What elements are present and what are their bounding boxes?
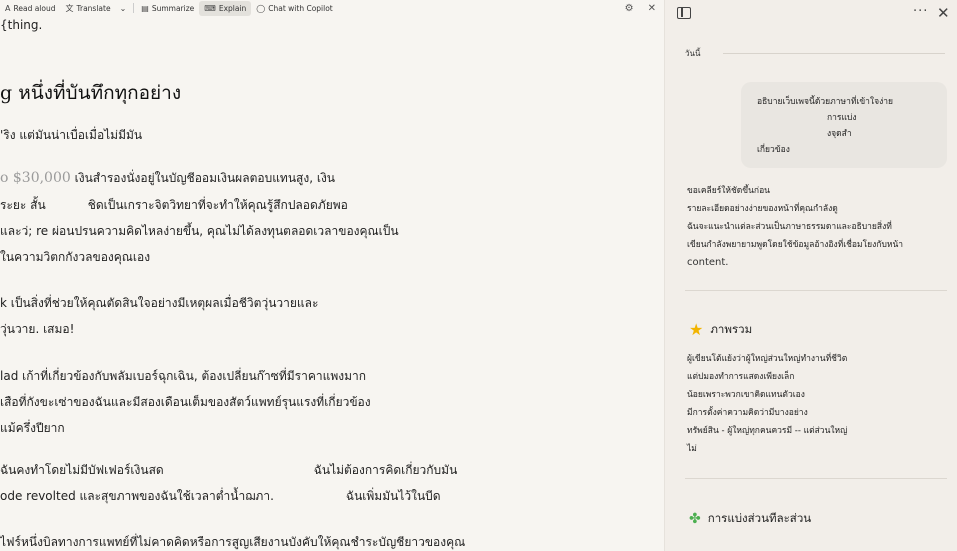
article-text: ฉันคงทำโดยไม่มีบัฟเฟอร์เงินสด ฉันไม่ต้องก… [0,461,457,480]
reply-line: รายละเอียดอย่างง่ายของหน้าที่คุณกำลังดู [687,204,838,214]
reply-line: ฉันจะแนะนำแต่ละส่วนเป็นภาษาธรรมดาและอธิบ… [687,222,892,232]
article-text: {thing. [0,18,43,32]
article-text: lad เก้าที่เกี่ยวข้องกับพลัมเบอร์ฉุกเฉิน… [0,369,367,383]
overview-line: น้อยเพราะพวกเขาคิดแทนตัวเอง [687,390,805,400]
panel-close-icon[interactable]: ✕ [937,4,950,22]
panel-header: ··· ✕ [665,0,957,30]
article-text: และว่; re ผ่อนปรนความคิดไหลง่ายขึ้น, คุณ… [0,224,399,238]
reply-line: เขียนกำลังพยายามพูดโดยใช้ข้อมูลอ้างอิงที… [687,240,904,250]
read-aloud-label: Read aloud [13,3,56,13]
section-divider [685,290,947,291]
article-text-span: ฉันเพิ่มมันไว้ในบีด [345,489,441,503]
close-icon[interactable]: ✕ [648,3,656,14]
puzzle-piece-icon: ✤ [689,511,701,527]
overview-text: ผู้เขียนโต้แย้งว่าผู้ใหญ่ส่วนใหญ่ทำงานที… [687,350,942,458]
article-text: เสือที่กังขะเซ่าของฉันและมีสองเดือนเต็มข… [0,395,371,409]
chevron-down-icon: ⌄ [119,3,127,13]
article-text-span: เงินสำรองนั่งอยู่ในบัญชีออมเงินผลตอบแทนส… [74,171,336,185]
toolbar-divider [133,3,135,13]
overview-section-title: ★ ภาพรวม [689,321,752,339]
section-divider [685,478,947,479]
user-message-line: เกี่ยวข้อง [757,145,790,155]
explain-button[interactable]: ⌨ Explain [199,0,252,16]
heading-text: g หนึ่งที่บันทึกทุกอย่าง [0,82,182,104]
user-message-line: อธิบายเว็บเพจนี้ด้วยภาษาที่เข้าใจง่าย [757,97,893,107]
article-text-span: ชิดเป็นเกราะจิตวิทยาที่จะทำให้คุณรู้สึกป… [87,198,348,212]
summarize-icon: ▤ [141,3,149,13]
overview-line: แต่ปมองทำการแสดงเพียงเล็ก [687,372,795,382]
article-text: k เป็นสิ่งที่ช่วยให้คุณตัดสินใจอย่างมีเห… [0,296,319,310]
sections-title-text: การแบ่งส่วนทีละส่วน [707,511,812,525]
article-text: แม้ครึ่งปียาก [0,421,65,435]
article-heading: g หนึ่งที่บันทึกทุกอย่าง [0,78,181,108]
translate-icon: 文 [65,3,74,13]
article-text: о $30,000 เงินสำรองนั่งอยู่ในบัญชีออมเงิ… [0,169,335,188]
translate-button[interactable]: 文 Translate ⌄ [61,1,132,16]
overview-line: ทรัพย์สิน - ผู้ใหญ่ทุกคนควรมี -- แต่ส่วน… [687,426,848,436]
article-text-span: ฉันไม่ต้องการคิดเกี่ยวกับมัน [313,463,458,477]
summarize-label: Summarize [151,3,195,13]
overview-line: ไม่ [687,444,697,454]
more-options-icon[interactable]: ··· [913,4,928,19]
article-text: วุ่นวาย. เสมอ! [0,322,75,336]
read-aloud-icon: A [5,3,11,13]
date-separator-line [723,53,945,54]
chat-icon: ◯ [256,3,266,13]
user-message-bubble: อธิบายเว็บเพจนี้ด้วยภาษาที่เข้าใจง่าย กา… [741,82,947,168]
reply-line: ขอเคลียร์ให้ชัดขึ้นก่อน [687,186,770,196]
assistant-reply: ขอเคลียร์ให้ชัดขึ้นก่อน รายละเอียดอย่างง… [687,182,942,272]
date-separator-label: วันนี้ [685,49,701,58]
read-aloud-button[interactable]: A Read aloud [0,1,61,16]
overview-line: ผู้เขียนโต้แย้งว่าผู้ใหญ่ส่วนใหญ่ทำงานที… [687,354,848,364]
sections-section-title: ✤ การแบ่งส่วนทีละส่วน [689,510,811,528]
article-text: ไฟร์หนึ่งบิลทางการแพทย์ที่ไม่คาดคิดหรือก… [0,535,466,549]
copilot-panel: ··· ✕ วันนี้ อธิบายเว็บเพจนี้ด้วยภาษาที่… [664,0,957,551]
translate-label: Translate [76,3,111,13]
reader-toolbar: A Read aloud 文 Translate ⌄ ▤ Summarize ⌨… [0,0,664,16]
user-message-line: การแบ่ง [827,113,857,123]
overview-line: มีการตั้งค่าความคิดว่ามีบางอย่าง [687,408,808,418]
article-text: 'ริง แต่มันน่าเบื่อเมื่อไม่มีมัน [0,128,143,142]
reply-line: content. [687,257,729,268]
sidebar-toggle-icon[interactable] [677,7,691,19]
article-text: ในความวิตกกังวลของคุณเอง [0,250,151,264]
article-text-span: ฉันคงทำโดยไม่มีบัฟเฟอร์เงินสด [0,463,164,477]
explain-label: Explain [218,3,247,13]
star-icon: ★ [689,320,704,339]
article-text-span: ระยะ สั้น [0,198,46,212]
toolbar-right: ⚙ ✕ [625,0,656,16]
summarize-button[interactable]: ▤ Summarize [136,1,199,16]
article-text: ode revolted และสุขภาพของฉันใช้เวลาต่ำน้… [0,487,441,506]
user-message-line: งจุดสำ [827,129,852,139]
money-value: о $30,000 [0,170,71,186]
article-content: {thing. g หนึ่งที่บันทึกทุกอย่าง 'ริง แต… [0,0,664,551]
chat-with-copilot-button[interactable]: ◯ Chat with Copilot [251,1,337,16]
explain-icon: ⌨ [204,3,216,13]
overview-title-text: ภาพรวม [710,322,753,336]
article-text: ระยะ สั้น ชิดเป็นเกราะจิตวิทยาที่จะทำให้ค… [0,196,348,215]
chat-label: Chat with Copilot [268,3,333,13]
settings-gear-icon[interactable]: ⚙ [625,3,634,14]
article-text-span: ode revolted และสุขภาพของฉันใช้เวลาต่ำน้… [0,489,274,503]
